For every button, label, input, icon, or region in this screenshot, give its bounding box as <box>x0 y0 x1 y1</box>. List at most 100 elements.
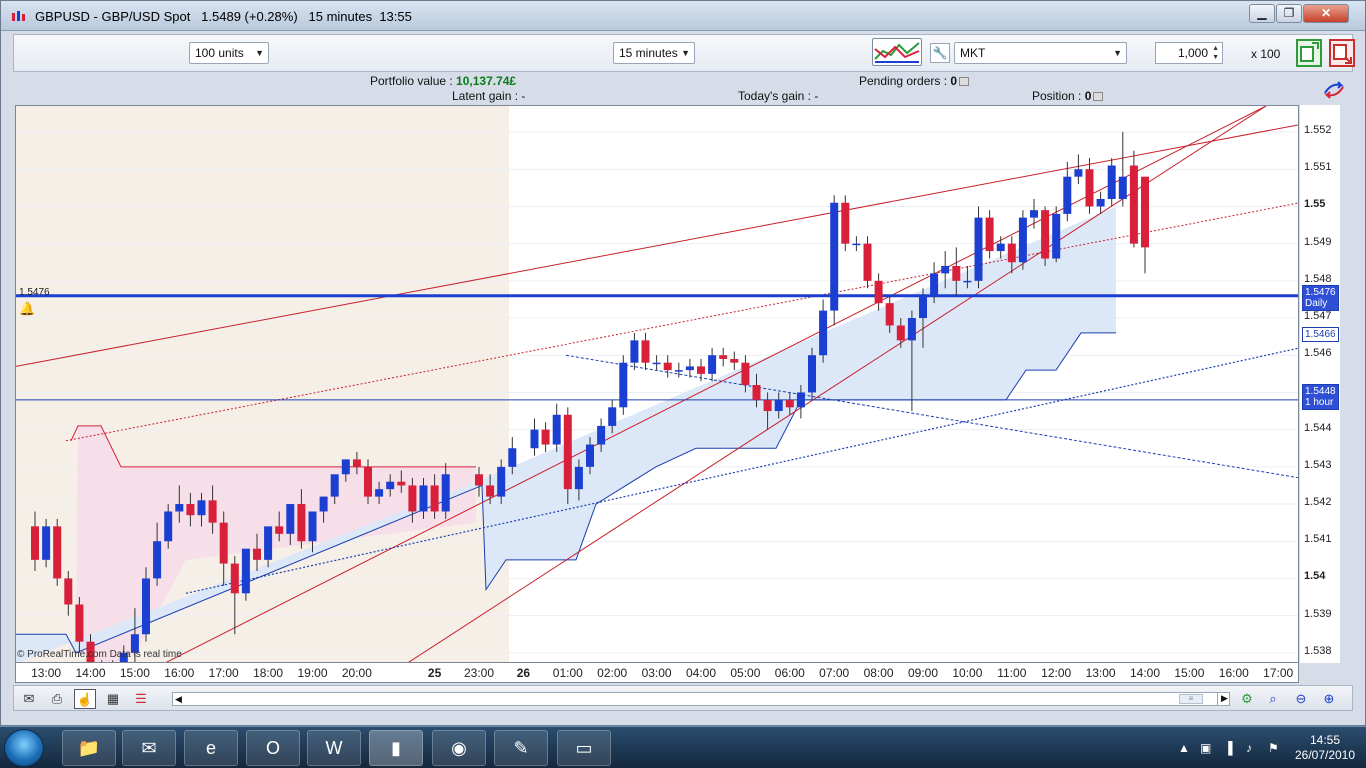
close-button[interactable]: ✕ <box>1303 4 1349 23</box>
time-axis[interactable]: 13:00 14:00 15:00 16:00 17:00 18:00 19:00 20:00… <box>15 663 1299 683</box>
devices-icon[interactable]: ▣ <box>1200 741 1211 755</box>
remote-desktop-icon[interactable]: ▭ <box>557 730 611 766</box>
network-icon[interactable]: ▐ <box>1224 741 1233 755</box>
candle-down <box>785 399 794 408</box>
candle-up <box>1030 210 1038 218</box>
scroll-right-icon[interactable]: ▶ <box>1217 692 1231 706</box>
zoom-fit-icon[interactable]: ⌕ <box>1262 689 1284 709</box>
bottom-toolbar: ✉ ⎙ ☝ ▦ ☰ ◀ ≡ ▶ ⚙ ⌕ ⊖ ⊕ <box>13 685 1353 711</box>
opera-icon[interactable]: O <box>246 730 300 766</box>
position-icon[interactable] <box>1093 92 1104 102</box>
system-clock[interactable]: 14:55 26/07/2010 <box>1290 733 1360 763</box>
horizontal-scrollbar[interactable]: ◀ ≡ ▶ <box>172 692 1230 706</box>
indicators-button[interactable] <box>872 38 922 66</box>
printer-icon[interactable]: ⎙ <box>46 689 68 709</box>
outlook-icon[interactable]: ✉ <box>122 730 176 766</box>
quantity-stepper[interactable]: 1,000 ▲ ▼ <box>1155 42 1223 64</box>
time-tick-label: 15:00 <box>119 666 150 680</box>
candle-up <box>619 362 628 408</box>
pending-orders: Pending orders : 0 <box>859 74 970 88</box>
price-tick-label: 1.541 <box>1304 533 1332 546</box>
candle-up <box>552 414 561 445</box>
time-tick-label: 18:00 <box>253 666 284 680</box>
chart-canvas[interactable] <box>16 106 1299 663</box>
alert-bell-icon[interactable]: 🔔 <box>19 301 35 317</box>
candle-down <box>475 474 483 486</box>
candle-up <box>286 504 295 534</box>
zoom-out-icon[interactable]: ⊖ <box>1290 689 1312 709</box>
candle-up <box>830 202 839 311</box>
horizontal-line-label: 1.5476 <box>19 287 50 298</box>
start-button[interactable] <box>4 729 44 767</box>
volume-icon[interactable]: ♪ <box>1246 741 1252 755</box>
interval-select[interactable]: 15 minutes ▼ <box>613 42 695 64</box>
candle-up <box>941 265 950 274</box>
candle-down <box>486 485 495 497</box>
scroll-left-icon[interactable]: ◀ <box>175 693 182 706</box>
settings-icon[interactable]: ⚙ <box>1236 689 1258 709</box>
candle-down <box>75 604 84 642</box>
candle-down <box>541 429 550 445</box>
sell-button[interactable] <box>1329 39 1355 67</box>
daily-level-tag: 1.5476 Daily <box>1302 285 1339 311</box>
order-type-select[interactable]: MKT ▼ <box>954 42 1127 64</box>
time-tick-label: 01:00 <box>552 666 583 680</box>
hand-icon[interactable]: ☝ <box>74 689 96 709</box>
time-tick-label: 19:00 <box>297 666 328 680</box>
candle-down <box>763 399 772 412</box>
show-hidden-icons-icon[interactable]: ▲ <box>1178 741 1190 755</box>
time-tick-label: 16:00 <box>1218 666 1249 680</box>
candle-down <box>253 548 261 560</box>
time-tick-label: 23:00 <box>463 666 495 680</box>
candle-up <box>308 511 317 542</box>
candle-down <box>896 325 905 341</box>
price-tick-label: 1.544 <box>1304 421 1332 434</box>
time-tick-label: 09:00 <box>907 666 939 680</box>
maximize-button[interactable]: ❐ <box>1276 4 1302 23</box>
scroll-thumb[interactable]: ≡ <box>1179 694 1203 704</box>
orders-icon[interactable] <box>959 77 970 87</box>
price-chart[interactable] <box>15 105 1299 663</box>
candle-up <box>330 474 339 497</box>
minimize-button[interactable]: ▁ <box>1249 4 1275 23</box>
candle-up <box>819 310 828 356</box>
candle-down <box>297 504 306 542</box>
candle-up <box>597 425 606 445</box>
firefox-icon[interactable]: ◉ <box>432 730 486 766</box>
candle-up <box>197 500 206 516</box>
price-tick-label: 1.538 <box>1304 644 1332 657</box>
internet-explorer-icon[interactable]: e <box>184 730 238 766</box>
units-select[interactable]: 100 units ▼ <box>189 42 269 64</box>
candle-up <box>1074 169 1083 177</box>
title-bar[interactable]: GBPUSD - GBP/USD Spot 1.5489 (+0.28%) 15… <box>1 1 1365 31</box>
word-icon[interactable]: W <box>307 730 361 766</box>
candle-down <box>841 202 850 244</box>
explorer-icon[interactable]: 📁 <box>62 730 116 766</box>
candle-down <box>1085 169 1094 207</box>
candle-down <box>752 385 761 400</box>
time-tick-label: 15:00 <box>1174 666 1205 680</box>
flag-icon[interactable]: ⚑ <box>1268 741 1279 755</box>
link-arrows-icon[interactable] <box>1322 79 1346 99</box>
candle-down <box>208 500 217 523</box>
list-icon[interactable]: ☰ <box>130 689 152 709</box>
candle-down <box>663 362 672 371</box>
candle-down <box>874 280 883 304</box>
candle-down <box>397 481 406 486</box>
candle-up <box>608 407 617 426</box>
prorealtime-icon[interactable]: ▮ <box>369 730 423 766</box>
buy-button[interactable] <box>1296 39 1322 67</box>
zoom-in-icon[interactable]: ⊕ <box>1318 689 1340 709</box>
taskbar: 📁 ✉ e O W ▮ ◉ ✎ ▭ ▲ ▣ ▐ ♪ ⚑ 14:55 26/07/2… <box>0 726 1366 768</box>
candle-down <box>730 358 739 363</box>
wrench-icon[interactable]: 🔧 <box>930 43 950 63</box>
spinner-icon[interactable]: ▲ ▼ <box>1212 44 1219 62</box>
time-tick-label: 20:00 <box>341 666 372 680</box>
candle-down <box>186 504 195 516</box>
candle-up <box>1118 176 1127 199</box>
calculator-icon[interactable]: ▦ <box>102 689 124 709</box>
paint-icon[interactable]: ✎ <box>494 730 548 766</box>
candle-down <box>1141 176 1149 248</box>
envelope-icon[interactable]: ✉ <box>18 689 40 709</box>
price-tick-label: 1.547 <box>1304 310 1332 323</box>
